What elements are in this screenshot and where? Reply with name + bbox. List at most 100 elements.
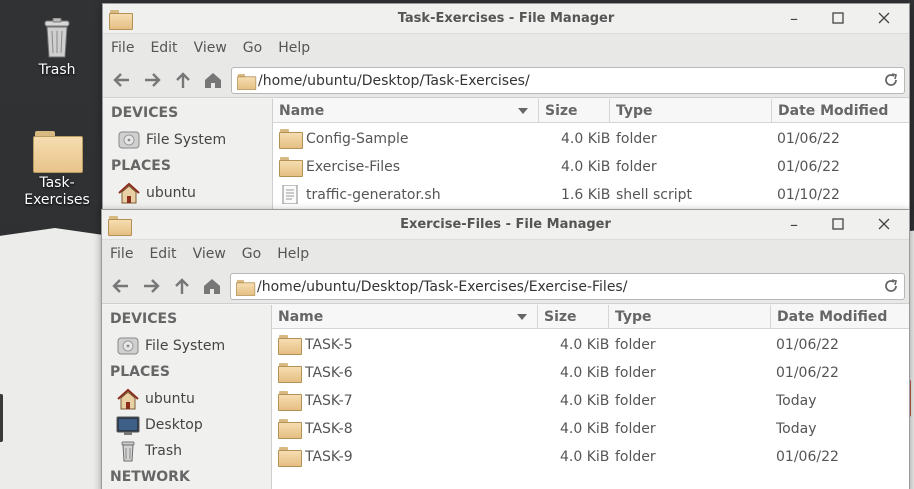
folder-icon: [278, 447, 302, 467]
location-bar[interactable]: /home/ubuntu/Desktop/Task-Exercises/Exer…: [230, 273, 905, 300]
forward-arrow-icon[interactable]: [140, 276, 162, 296]
sidebar-item-label: ubuntu: [145, 391, 195, 407]
menu-go[interactable]: Go: [242, 246, 261, 262]
file-row[interactable]: TASK-5 4.0 KiB folder 01/06/22: [272, 331, 909, 359]
sidebar-item-file-system[interactable]: File System: [116, 334, 225, 358]
column-name-label: Name: [279, 103, 325, 119]
back-arrow-icon[interactable]: [110, 276, 132, 296]
file-type: shell script: [616, 187, 693, 203]
menu-go[interactable]: Go: [243, 40, 262, 56]
window-titlebar[interactable]: Exercise-Files - File Manager –: [102, 210, 909, 240]
file-row[interactable]: Config-Sample 4.0 KiB folder 01/06/22: [273, 125, 909, 153]
desktop-icon-label-line2: Exercises: [24, 192, 90, 208]
sidebar-item-trash[interactable]: Trash: [116, 439, 182, 463]
file-size: 4.0 KiB: [560, 449, 610, 465]
file-date: 01/06/22: [777, 159, 840, 175]
file-size: 4.0 KiB: [560, 365, 610, 381]
file-date: 01/06/22: [777, 131, 840, 147]
file-type: folder: [616, 159, 657, 175]
reload-icon[interactable]: [883, 72, 899, 88]
minimize-button[interactable]: –: [783, 215, 805, 235]
close-button[interactable]: [873, 9, 895, 29]
close-icon: [878, 12, 890, 24]
sidebar-item-desktop[interactable]: Desktop: [116, 413, 203, 437]
window-body: DEVICES File System PLACES ubuntu Name S…: [103, 99, 909, 212]
column-name-label: Name: [278, 309, 324, 325]
toolbar: /home/ubuntu/Desktop/Task-Exercises/: [103, 62, 909, 98]
file-name: Exercise-Files: [306, 159, 401, 175]
maximize-icon: [832, 12, 844, 24]
sidebar-heading-devices: DEVICES: [111, 105, 179, 121]
folder-icon: [278, 419, 302, 439]
home-icon[interactable]: [201, 276, 223, 296]
minimize-button[interactable]: –: [783, 9, 805, 29]
file-name: TASK-5: [305, 337, 353, 353]
reload-icon[interactable]: [883, 278, 899, 294]
column-type[interactable]: Type: [609, 305, 771, 329]
column-size[interactable]: Size: [538, 305, 609, 329]
location-bar[interactable]: /home/ubuntu/Desktop/Task-Exercises/: [231, 67, 905, 94]
file-row[interactable]: traffic-generator.sh 1.6 KiB shell scrip…: [273, 181, 909, 209]
file-row[interactable]: Exercise-Files 4.0 KiB folder 01/06/22: [273, 153, 909, 181]
maximize-button[interactable]: [827, 9, 849, 29]
sidebar-heading-devices: DEVICES: [110, 311, 178, 327]
file-name: TASK-8: [305, 421, 353, 437]
home-icon: [117, 388, 139, 410]
sidebar-heading-network: NETWORK: [110, 469, 190, 485]
desktop-panel-edge: [0, 394, 3, 442]
up-arrow-icon[interactable]: [171, 276, 193, 296]
menu-file[interactable]: File: [111, 40, 134, 56]
column-name[interactable]: Name: [273, 99, 539, 123]
back-arrow-icon[interactable]: [111, 70, 133, 90]
desktop-icon-label: Trash: [38, 62, 76, 78]
column-size[interactable]: Size: [539, 99, 610, 123]
file-manager-window-exercise-files[interactable]: Exercise-Files - File Manager – File Edi…: [101, 209, 910, 489]
maximize-icon: [832, 218, 844, 230]
sidebar-item-file-system[interactable]: File System: [117, 128, 226, 152]
file-date: 01/06/22: [776, 365, 839, 381]
sidebar-item-ubuntu[interactable]: ubuntu: [116, 387, 195, 411]
sidebar-item-ubuntu[interactable]: ubuntu: [117, 181, 196, 205]
home-icon[interactable]: [202, 70, 224, 90]
desktop-icon-label-line1: Task-: [39, 175, 75, 191]
window-titlebar[interactable]: Task-Exercises - File Manager –: [103, 4, 909, 34]
column-date-modified[interactable]: Date Modified: [772, 99, 909, 123]
file-row[interactable]: TASK-8 4.0 KiB folder Today: [272, 415, 909, 443]
desktop-icon-task-exercises[interactable]: Task- Exercises: [17, 131, 97, 209]
file-size: 4.0 KiB: [560, 337, 610, 353]
column-date-modified[interactable]: Date Modified: [771, 305, 909, 329]
desktop-icon: [116, 416, 140, 435]
file-name: Config-Sample: [306, 131, 409, 147]
menu-file[interactable]: File: [110, 246, 133, 262]
desktop-icon-trash[interactable]: Trash: [17, 18, 97, 79]
column-type[interactable]: Type: [610, 99, 772, 123]
file-row[interactable]: TASK-7 4.0 KiB folder Today: [272, 387, 909, 415]
menu-edit[interactable]: Edit: [149, 246, 176, 262]
sidebar: DEVICES File System PLACES ubuntu: [103, 99, 273, 212]
file-type: folder: [616, 131, 657, 147]
up-arrow-icon[interactable]: [172, 70, 194, 90]
menu-help[interactable]: Help: [278, 40, 310, 56]
menu-view[interactable]: View: [194, 40, 227, 56]
file-row[interactable]: TASK-9 4.0 KiB folder 01/06/22: [272, 443, 909, 471]
menu-help[interactable]: Help: [277, 246, 309, 262]
file-row[interactable]: TASK-6 4.0 KiB folder 01/06/22: [272, 359, 909, 387]
location-path: /home/ubuntu/Desktop/Task-Exercises/Exer…: [257, 279, 628, 295]
forward-arrow-icon[interactable]: [141, 70, 163, 90]
menubar: File Edit View Go Help: [102, 240, 909, 268]
maximize-button[interactable]: [827, 215, 849, 235]
trash-icon: [121, 441, 135, 462]
close-button[interactable]: [873, 215, 895, 235]
column-name[interactable]: Name: [272, 305, 538, 329]
column-header-row: Name Size Type Date Modified: [273, 99, 909, 123]
file-list: Name Size Type Date Modified Config-Samp…: [273, 99, 909, 212]
menu-edit[interactable]: Edit: [150, 40, 177, 56]
file-manager-window-task-exercises[interactable]: Task-Exercises - File Manager – File Edi…: [102, 3, 910, 213]
sidebar: DEVICES File System PLACES ubuntu Deskto…: [102, 305, 272, 489]
folder-icon: [236, 280, 256, 297]
sidebar-heading-places: PLACES: [111, 158, 171, 174]
folder-icon: [237, 74, 257, 90]
menubar: File Edit View Go Help: [103, 34, 909, 62]
menu-view[interactable]: View: [193, 246, 226, 262]
file-date: 01/06/22: [776, 449, 839, 465]
